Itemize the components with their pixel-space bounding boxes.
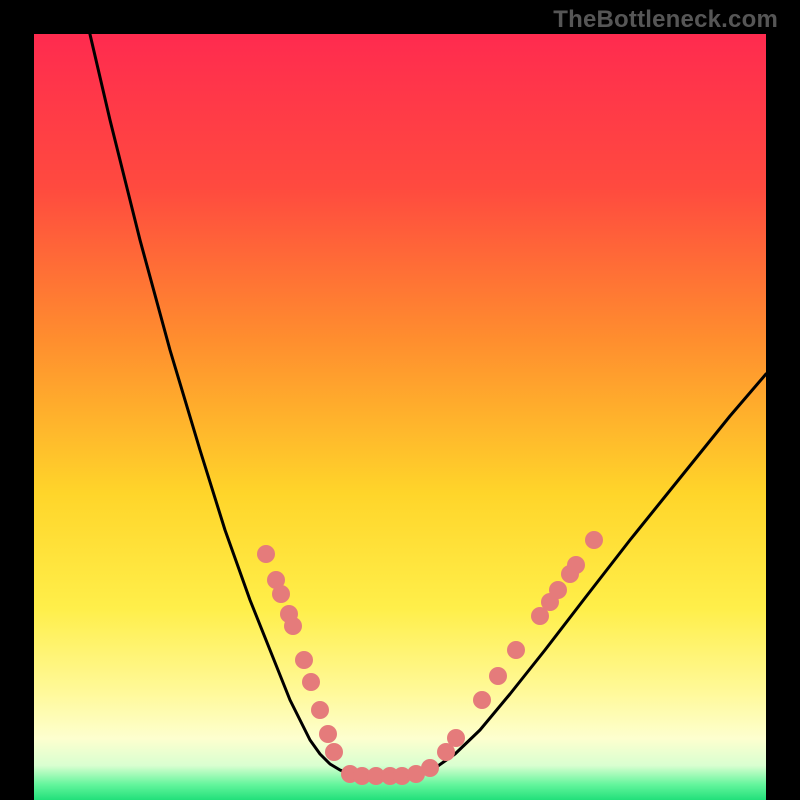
marker-dot xyxy=(473,691,491,709)
marker-dot xyxy=(302,673,320,691)
marker-dot xyxy=(507,641,525,659)
marker-dot xyxy=(447,729,465,747)
marker-dot xyxy=(489,667,507,685)
marker-dot xyxy=(311,701,329,719)
marker-dot xyxy=(284,617,302,635)
marker-dot xyxy=(272,585,290,603)
marker-dot xyxy=(295,651,313,669)
chart-gradient-bg xyxy=(34,34,766,800)
watermark-text: TheBottleneck.com xyxy=(553,6,778,34)
marker-dot xyxy=(567,556,585,574)
marker-dot xyxy=(549,581,567,599)
marker-dot xyxy=(257,545,275,563)
marker-dot xyxy=(421,759,439,777)
marker-dot xyxy=(319,725,337,743)
marker-dot xyxy=(325,743,343,761)
bottleneck-chart xyxy=(0,0,800,800)
chart-frame: TheBottleneck.com xyxy=(0,0,800,800)
marker-dot xyxy=(585,531,603,549)
